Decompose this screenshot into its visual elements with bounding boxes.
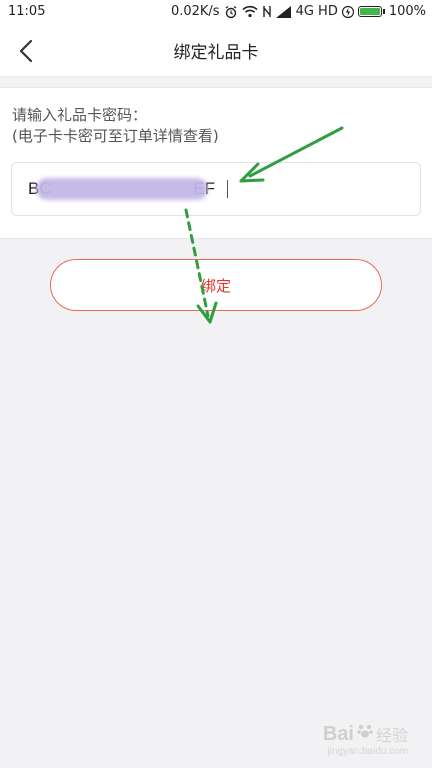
input-prompt: 请输入礼品卡密码： (电子卡卡密可至订单详情查看)	[12, 105, 219, 147]
watermark-url: jingyan.baidu.com	[327, 746, 408, 757]
battery-percent: 100%	[388, 4, 426, 19]
network-type: 4G HD	[295, 4, 338, 19]
network-speed: 0.02K/s	[170, 4, 220, 19]
battery-icon	[357, 6, 385, 17]
page-title: 绑定礼品卡	[173, 43, 259, 63]
watermark-logo: Bai	[322, 722, 354, 745]
status-icons: 0.02K/s 4G HD 100%	[171, 4, 426, 19]
prompt-line-1: 请输入礼品卡密码：	[12, 106, 148, 124]
text-caret	[227, 180, 228, 198]
prompt-line-2: (电子卡卡密可至订单详情查看)	[12, 127, 219, 145]
redaction-mask	[36, 178, 208, 200]
wifi-icon	[242, 5, 258, 18]
nfc-icon	[262, 5, 272, 18]
status-bar: 11:05 0.02K/s 4G HD 100%	[0, 0, 432, 24]
bind-button[interactable]: 绑定	[50, 259, 382, 311]
charging-icon	[341, 5, 354, 19]
nav-bar: 绑定礼品卡	[0, 24, 432, 77]
watermark-suffix: 经验	[375, 728, 408, 745]
baidu-jingyan-watermark: Bai 经验 jingyan.baidu.com	[322, 722, 408, 758]
paw-icon	[356, 722, 374, 746]
status-time: 11:05	[8, 4, 46, 19]
alarm-icon	[224, 5, 238, 19]
signal-icon	[275, 5, 292, 18]
